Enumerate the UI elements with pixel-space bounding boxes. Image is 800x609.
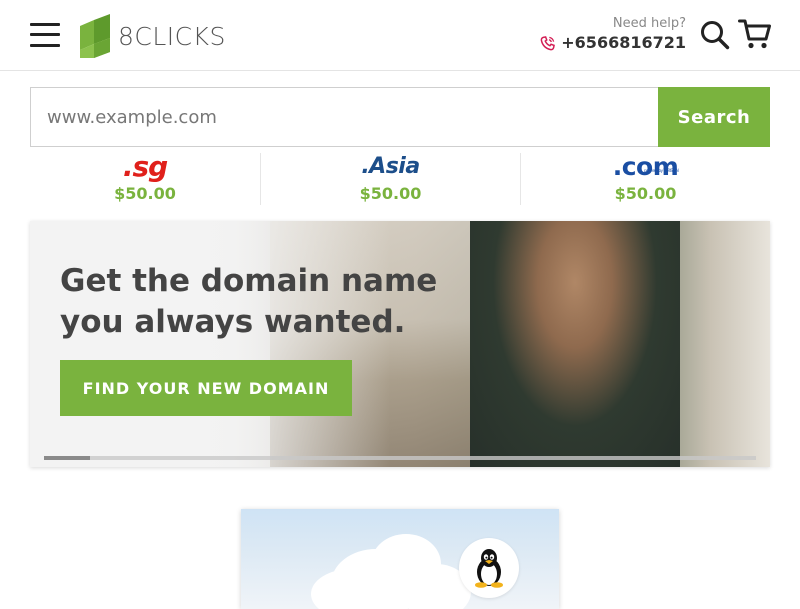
logo-mark-icon	[80, 14, 110, 58]
domain-search-input[interactable]	[30, 87, 658, 147]
slider-progress[interactable]	[44, 456, 756, 460]
hero-person-image	[470, 221, 680, 467]
tld-price: $50.00	[614, 184, 677, 203]
help-contact: Need help? +6566816721	[540, 16, 686, 53]
verisign-subtitle: powered by VERISIGN	[644, 168, 679, 173]
menu-icon-bar	[30, 33, 60, 36]
menu-icon-bar	[30, 23, 60, 26]
site-header: 8CLICKS Need help? +6566816721	[0, 0, 800, 71]
hero-fade-overlay	[30, 221, 390, 467]
linux-badge	[459, 538, 519, 598]
slider-progress-fill	[44, 456, 91, 460]
phone-number: +6566816721	[561, 33, 686, 52]
menu-icon[interactable]	[30, 23, 60, 47]
tld-item-sg[interactable]: .sg $50.00	[30, 153, 260, 205]
cart-icon[interactable]	[738, 18, 772, 50]
linux-tux-icon	[475, 549, 503, 588]
find-domain-button[interactable]: FIND YOUR NEW DOMAIN	[60, 360, 352, 416]
os-card[interactable]	[241, 509, 559, 609]
domain-search: Search	[30, 87, 770, 147]
phone-icon	[540, 35, 556, 50]
tld-logo-asia: .Asia	[361, 153, 420, 181]
menu-icon-bar	[30, 44, 60, 47]
tld-price: $50.00	[114, 184, 176, 203]
hero-title: Get the domain name you always wanted.	[60, 263, 438, 340]
help-label: Need help?	[612, 16, 686, 31]
search-icon[interactable]	[700, 20, 730, 50]
tld-name-wrap: .com powered by VERISIGN	[613, 154, 679, 180]
hero-banner: Get the domain name you always wanted. F…	[30, 221, 770, 467]
tld-name: .sg	[122, 150, 168, 183]
site-logo[interactable]: 8CLICKS	[80, 14, 226, 58]
tld-logo-sg: .sg	[122, 150, 168, 183]
phone-link[interactable]: +6566816721	[540, 33, 686, 53]
tld-item-com[interactable]: .com powered by VERISIGN $50.00	[520, 153, 770, 205]
tld-name: .Asia	[361, 154, 420, 179]
logo-text: 8CLICKS	[118, 21, 226, 51]
search-button[interactable]: Search	[658, 87, 770, 147]
tld-item-asia[interactable]: .Asia $50.00	[260, 153, 520, 205]
tld-price: $50.00	[359, 184, 422, 203]
tld-price-list: .sg $50.00 .Asia $50.00 .com powered by …	[30, 153, 770, 205]
tld-logo-com: .com powered by VERISIGN	[613, 153, 679, 181]
